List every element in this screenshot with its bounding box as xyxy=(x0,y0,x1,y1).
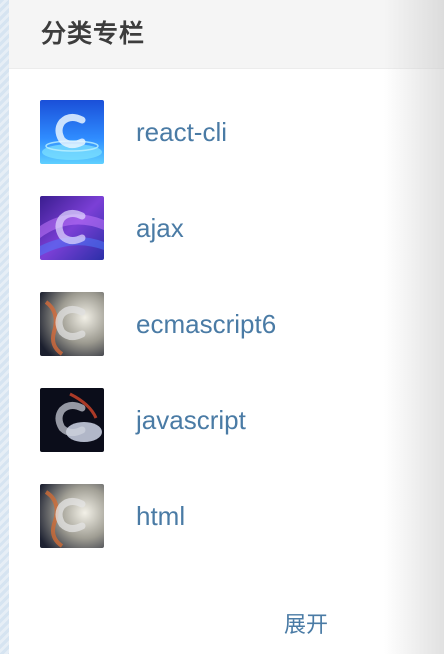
column-thumbnail xyxy=(40,292,104,356)
column-item-ecmascript6[interactable]: ecmascript6 xyxy=(40,292,400,356)
csdn-c-logo-icon xyxy=(40,196,104,260)
column-item-label: javascript xyxy=(136,404,246,435)
panel-title: 分类专栏 xyxy=(41,19,146,48)
csdn-c-logo-icon xyxy=(40,292,104,356)
column-item-html[interactable]: html xyxy=(40,484,400,548)
column-item-javascript[interactable]: javascript xyxy=(40,388,400,452)
csdn-c-logo-icon xyxy=(40,388,104,452)
column-item-react-cli[interactable]: react-cli xyxy=(40,100,400,164)
column-item-label: ecmascript6 xyxy=(136,308,277,339)
column-item-label: react-cli xyxy=(136,116,228,147)
column-thumbnail xyxy=(40,196,104,260)
page-background-strip xyxy=(0,0,9,654)
expand-button[interactable]: 展开 xyxy=(284,607,328,639)
column-item-label: ajax xyxy=(136,212,184,243)
panel-header: 分类专栏 xyxy=(9,0,444,69)
csdn-c-logo-icon xyxy=(40,484,104,548)
column-thumbnail xyxy=(40,388,104,452)
column-thumbnail xyxy=(40,100,104,164)
csdn-c-logo-icon xyxy=(40,100,104,164)
column-item-ajax[interactable]: ajax xyxy=(40,196,400,260)
category-columns-panel: 分类专栏 react-cli ajax ecmascript6 javascri… xyxy=(9,0,444,654)
column-item-label: html xyxy=(136,500,186,531)
column-thumbnail xyxy=(40,484,104,548)
